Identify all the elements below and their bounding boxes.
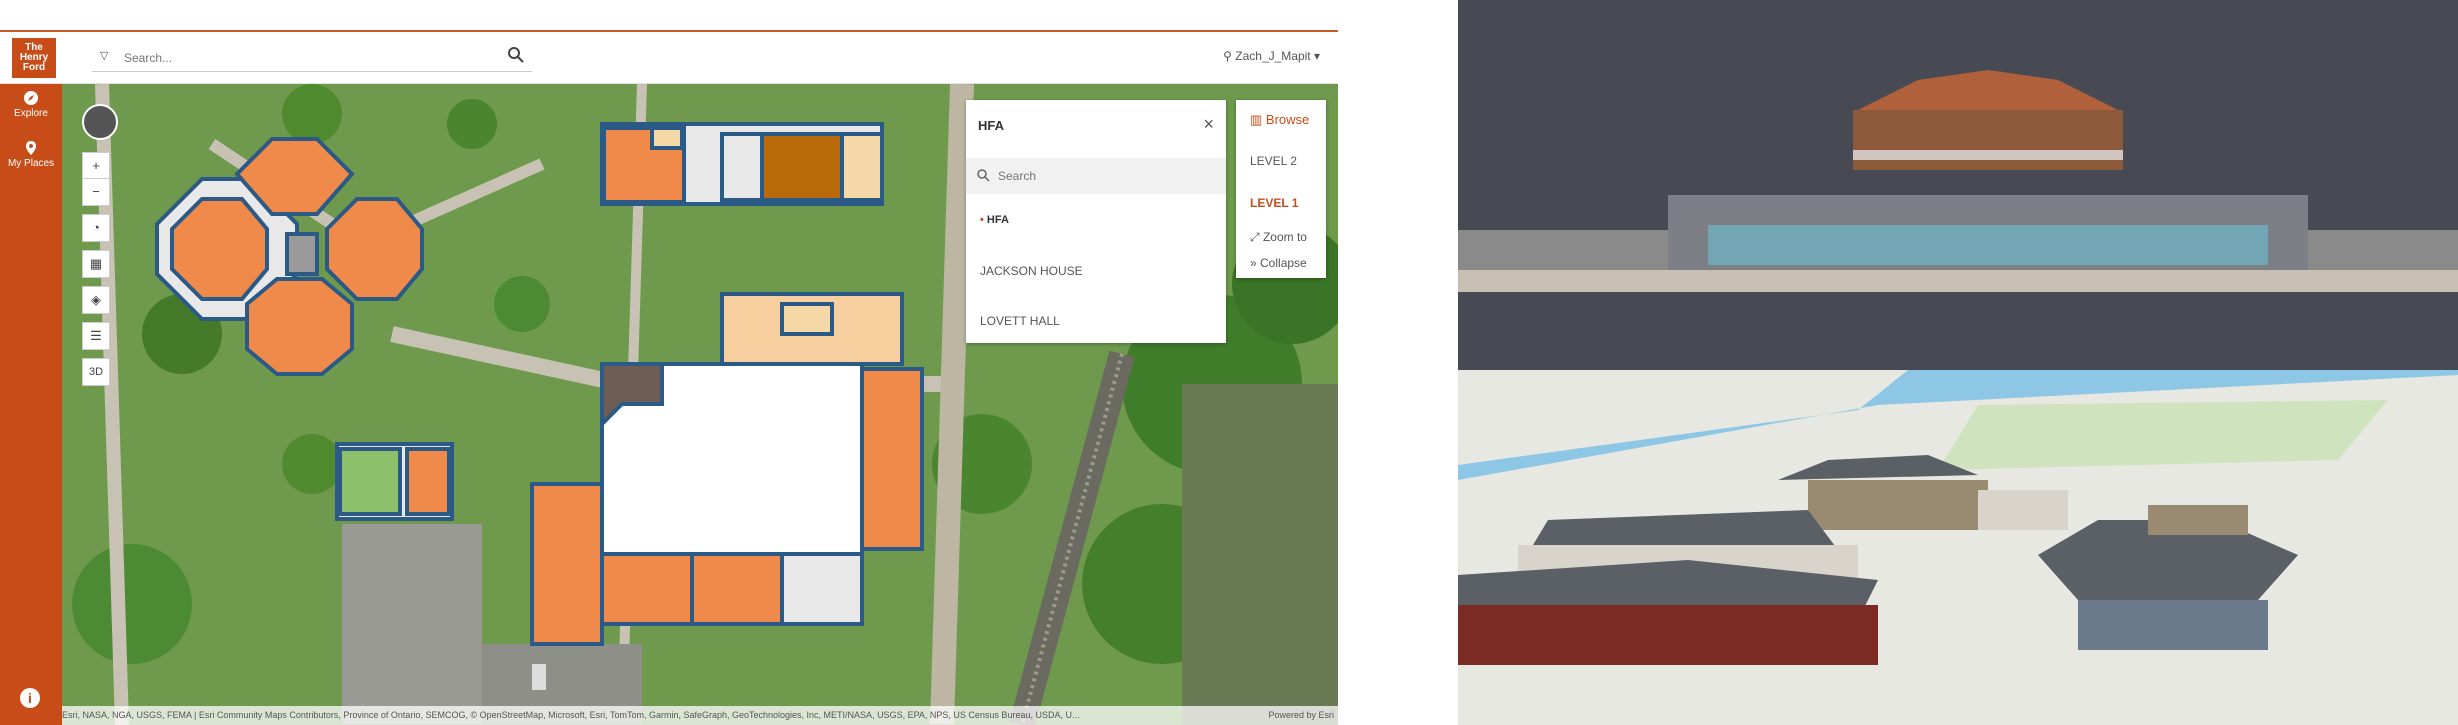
list-icon[interactable]: ☰ [82, 322, 110, 350]
info-icon[interactable]: i [20, 688, 40, 708]
facility-item-lovett-hall[interactable]: LOVETT HALL [980, 314, 1060, 328]
3d-building-model-view [1458, 370, 2458, 725]
zoom-out-button[interactable]: − [82, 178, 110, 206]
level-2-button[interactable]: LEVEL 2 [1236, 154, 1326, 168]
search-bar: ▽ [92, 43, 532, 72]
facility-search-placeholder: Search [998, 169, 1037, 183]
level-1-button[interactable]: LEVEL 1 [1236, 196, 1326, 210]
indoor-map-app: The Henry Ford ▽ ⚲ Zach_J_Mapit ▾ Explor… [0, 0, 1338, 725]
point-cloud-view [1458, 0, 2458, 370]
collapse-label: Collapse [1260, 256, 1307, 270]
search-icon [977, 169, 990, 182]
browse-label: Browse [1265, 112, 1310, 127]
search-options-icon[interactable]: ▽ [100, 49, 108, 62]
sidebar-item-label: Explore [14, 108, 48, 119]
facility-panel-title: HFA [978, 118, 1004, 133]
map-attribution: Esri, NASA, NGA, USGS, FEMA | Esri Commu… [62, 706, 1338, 725]
search-icon[interactable] [506, 45, 526, 65]
3d-toggle-button[interactable]: 3D [82, 358, 110, 386]
collapse-icon: » [1250, 256, 1261, 270]
layers-icon[interactable]: ◈ [82, 286, 110, 314]
point-cloud-image [1458, 70, 2458, 292]
compass-icon[interactable] [82, 104, 118, 140]
sidebar-item-explore[interactable]: Explore [0, 90, 62, 119]
zoom-to-label: Zoom to [1262, 230, 1307, 244]
explore-icon [24, 91, 38, 105]
zoom-to-button[interactable]: ⤢ Zoom to [1236, 230, 1326, 245]
attribution-text: Esri, NASA, NGA, USGS, FEMA | Esri Commu… [62, 710, 1080, 720]
user-name: Zach_J_Mapit ▾ [1235, 49, 1320, 63]
facility-item-label: HFA [986, 214, 1009, 226]
basemap-icon[interactable]: ◔ [82, 214, 110, 242]
top-bar [0, 0, 1338, 32]
3d-model-image [1458, 370, 2458, 665]
facility-item-hfa[interactable]: • HFA [980, 214, 1009, 226]
zoom-extent-icon: ⤢ [1250, 230, 1263, 244]
sidebar-item-my-places[interactable]: My Places [0, 140, 62, 169]
facility-panel: HFA × Search • HFA JACKSON HOUSE LOVETT … [966, 100, 1226, 343]
powered-by-esri[interactable]: Powered by Esri [1268, 706, 1334, 725]
henry-ford-logo[interactable]: The Henry Ford [12, 38, 56, 78]
level-panel: ▥ Browse LEVEL 2 LEVEL 1 ⤢ Zoom to » Col… [1236, 100, 1326, 278]
map-pin-icon [26, 141, 36, 155]
sidebar-item-label: My Places [7, 158, 55, 169]
user-icon: ⚲ [1223, 49, 1236, 63]
search-input[interactable] [122, 47, 486, 69]
grid-icon[interactable]: ▦ [82, 250, 110, 278]
browse-button[interactable]: ▥ Browse [1236, 112, 1326, 128]
building-icon: ▥ [1250, 112, 1266, 127]
facility-item-jackson-house[interactable]: JACKSON HOUSE [980, 264, 1083, 278]
sidebar: Explore My Places i [0, 84, 62, 725]
zoom-in-button[interactable]: + [82, 152, 110, 180]
facility-search-input[interactable]: Search [966, 158, 1226, 194]
close-icon[interactable]: × [1203, 114, 1214, 135]
collapse-button[interactable]: » Collapse [1236, 256, 1326, 270]
app-header: The Henry Ford ▽ ⚲ Zach_J_Mapit ▾ [0, 33, 1338, 84]
user-menu[interactable]: ⚲ Zach_J_Mapit ▾ [1223, 49, 1320, 63]
